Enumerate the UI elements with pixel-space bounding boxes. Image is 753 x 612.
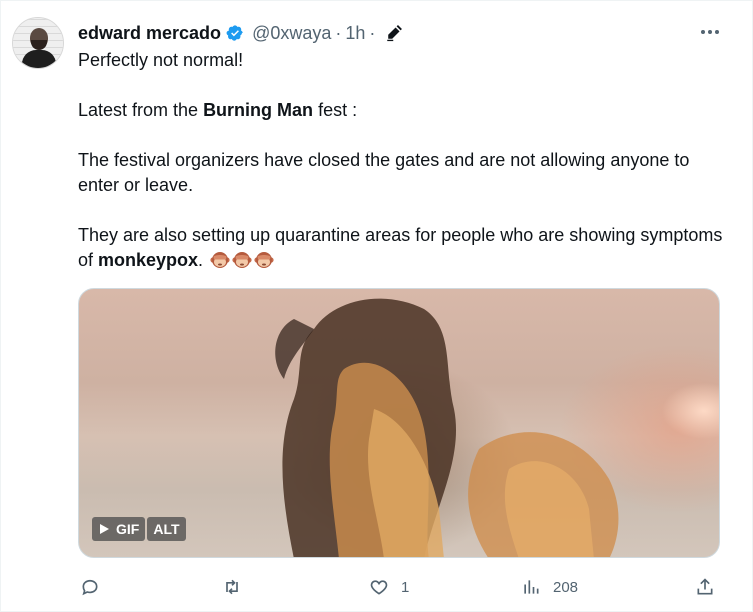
share-icon: [697, 578, 713, 595]
share-button[interactable]: [695, 572, 715, 602]
tweet-line: Perfectly not normal!: [78, 48, 728, 73]
separator: ·: [369, 22, 376, 43]
reply-button[interactable]: [80, 572, 100, 602]
retweet-button[interactable]: [222, 572, 242, 602]
tweet-line-text: fest :: [313, 100, 358, 120]
like-icon: [370, 580, 388, 595]
tweet-time[interactable]: 1h: [345, 23, 365, 44]
verified-badge-icon: [226, 24, 244, 42]
bold-text: monkeypox: [98, 250, 199, 270]
retweet-icon: [226, 579, 238, 595]
views-icon: [524, 580, 539, 594]
see-no-evil-monkey-icon: [232, 252, 252, 268]
tweet-line: Latest from the Burning Man fest :: [78, 98, 728, 123]
action-bar: 1 208: [78, 572, 723, 602]
gif-frame-image: [275, 298, 456, 557]
author-name[interactable]: edward mercado: [78, 23, 221, 44]
avatar[interactable]: [12, 17, 64, 69]
gif-media[interactable]: GIF ALT: [78, 288, 720, 558]
author-handle[interactable]: @0xwaya: [252, 23, 331, 44]
more-options-icon[interactable]: [698, 22, 722, 42]
tweet-text: Perfectly not normal! Latest from the Bu…: [78, 48, 728, 273]
emoji-group: [208, 250, 274, 270]
like-count: 1: [401, 578, 410, 596]
tweet-line-text: Latest from the: [78, 100, 204, 120]
tweet-line-text: The festival organizers have closed the …: [78, 150, 690, 195]
views-count: 208: [553, 578, 579, 596]
play-icon: [100, 524, 109, 534]
media-badges: GIF ALT: [92, 517, 186, 541]
edit-icon: [385, 24, 403, 42]
tweet-line: The festival organizers have closed the …: [78, 148, 728, 198]
gif-label: GIF: [116, 521, 140, 537]
views-button[interactable]: 208: [521, 572, 578, 602]
reply-icon: [82, 579, 98, 596]
alt-label: ALT: [153, 521, 180, 537]
alt-badge[interactable]: ALT: [147, 517, 186, 541]
tweet-header: edward mercado @0xwaya · 1h ·: [78, 22, 403, 44]
see-no-evil-monkey-icon: [210, 252, 230, 268]
tweet-line-text: .: [198, 250, 209, 270]
bold-text: Burning Man: [203, 100, 314, 120]
tweet-line-text: Perfectly not normal!: [78, 50, 244, 70]
gif-badge[interactable]: GIF: [92, 517, 146, 541]
separator: ·: [335, 22, 342, 43]
like-button[interactable]: 1: [369, 572, 409, 602]
tweet-line: They are also setting up quarantine area…: [78, 223, 728, 273]
gif-frame-image: [468, 432, 619, 557]
see-no-evil-monkey-icon: [254, 252, 274, 268]
